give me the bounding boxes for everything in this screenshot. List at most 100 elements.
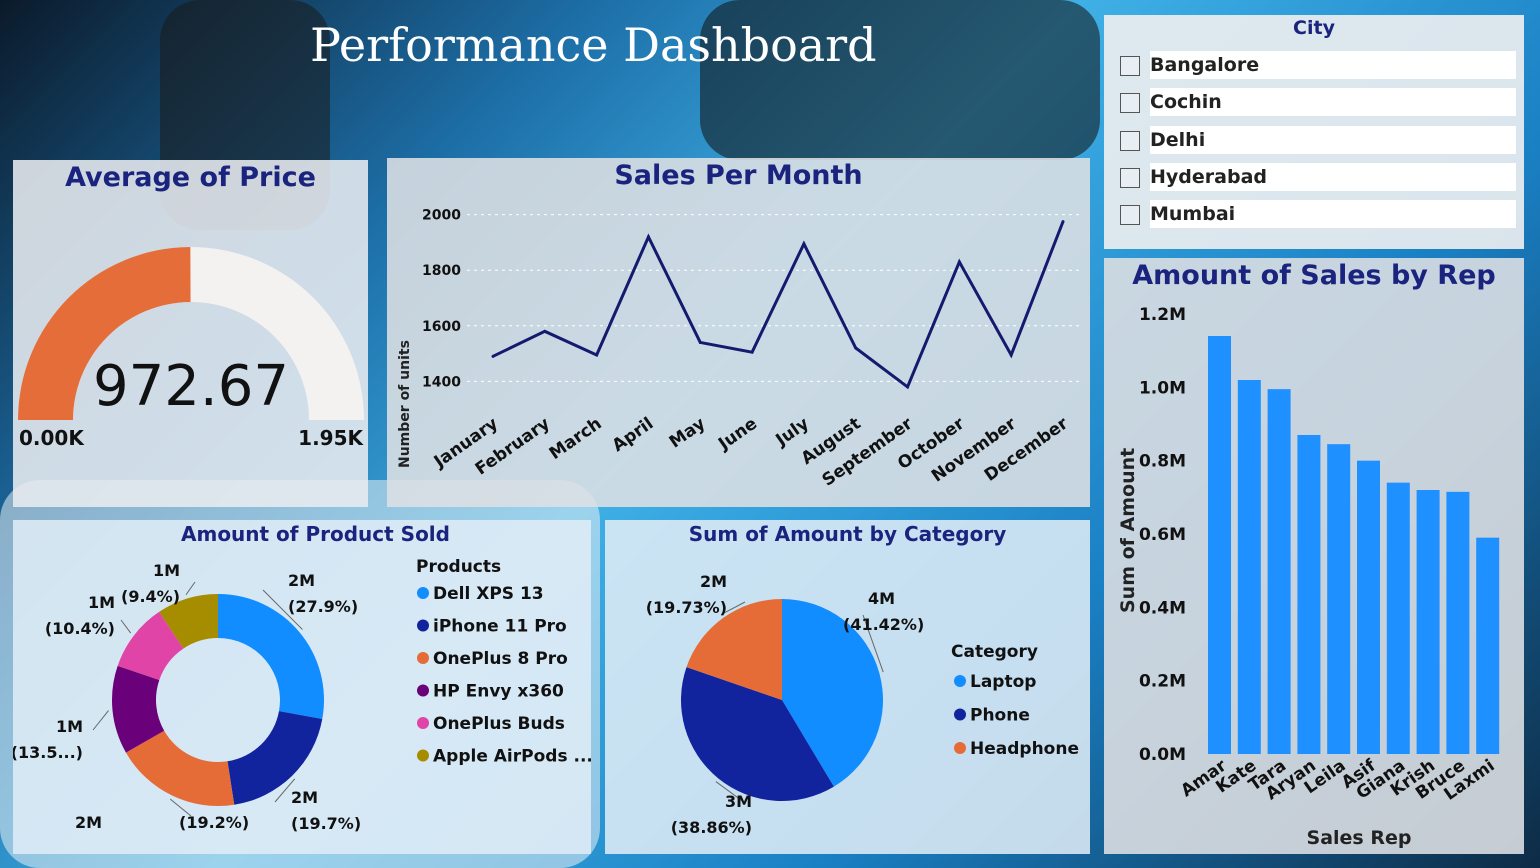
gauge-value: 972.67: [93, 354, 289, 419]
line-point: [1009, 353, 1013, 357]
slice-value-label: 2M: [75, 813, 102, 832]
line-y-tick-label: 2000: [422, 208, 461, 224]
line-panel[interactable]: Sales Per Month Number of units 1400 1600…: [387, 158, 1090, 507]
bar-x-axis-label: Sales Rep: [1307, 827, 1412, 849]
bar-bruce: [1446, 491, 1470, 754]
checkbox[interactable]: [1120, 205, 1140, 225]
legend-item-label: Laptop: [970, 672, 1036, 692]
legend-item-label: HP Envy x360: [433, 682, 564, 702]
dashboard-title: Performance Dashboard: [310, 18, 877, 72]
bar-panel[interactable]: Amount of Sales by Rep Sum of Amount Sal…: [1104, 258, 1524, 854]
legend-item-label: Phone: [970, 706, 1030, 726]
checkbox[interactable]: [1120, 168, 1140, 188]
slice-value-label: 1M: [153, 561, 180, 580]
legend-item-label: OnePlus 8 Pro: [433, 649, 568, 669]
line-point: [854, 346, 858, 350]
legend-marker: [417, 619, 429, 632]
slice-percent-label: (27.9%): [288, 597, 358, 616]
line-x-tick-label: March: [546, 414, 606, 464]
city-option-label: Bangalore: [1150, 51, 1516, 79]
slice-value-label: 1M: [88, 593, 115, 612]
city-option-label: Mumbai: [1150, 200, 1516, 228]
bar-y-tick-label: 0.0M: [1139, 745, 1186, 765]
line-x-tick-label: May: [666, 414, 709, 453]
line-y-tick-label: 1600: [422, 319, 461, 335]
slice-percent-label: (41.42%): [843, 615, 924, 634]
gauge-panel[interactable]: Average of Price 972.67 0.00K 1.95K: [13, 160, 368, 507]
donut-legend-title: Products: [416, 557, 501, 577]
city-slicer[interactable]: City Bangalore Cochin Delhi Hyderabad Mu…: [1104, 15, 1524, 249]
bar-chart: Sum of Amount Sales Rep 0.0M 0.2M 0.4M 0.6M…: [1117, 305, 1500, 849]
slice-value-label: 1M: [56, 717, 83, 736]
city-option-mumbai[interactable]: Mumbai: [1120, 200, 1516, 228]
donut-panel[interactable]: Amount of Product Sold Products 2M (27.9%…: [13, 520, 591, 854]
slice-percent-label: (19.2%): [179, 813, 249, 832]
slice-value-label: 4M: [868, 589, 895, 608]
line-series: [492, 221, 1065, 390]
line-x-tick-label: April: [609, 414, 658, 456]
pie-panel[interactable]: Sum of Amount by Category Category 4M (41…: [605, 520, 1090, 854]
bar-y-axis-label: Sum of Amount: [1117, 448, 1139, 613]
slice-percent-label: (19.73%): [646, 598, 727, 617]
checkbox[interactable]: [1120, 56, 1140, 76]
bar-y-tick-label: 0.6M: [1139, 525, 1186, 545]
checkbox[interactable]: [1120, 93, 1140, 113]
city-option-delhi[interactable]: Delhi: [1120, 126, 1516, 154]
bar-y-tick-label: 0.8M: [1139, 452, 1186, 472]
line-point: [698, 340, 702, 344]
slice-percent-label: (10.4%): [45, 619, 115, 638]
line-point: [906, 385, 910, 389]
line-point: [802, 242, 806, 246]
slice-percent-label: (13.5...): [13, 743, 83, 762]
city-option-bangalore[interactable]: Bangalore: [1120, 51, 1516, 79]
legend-marker: [417, 587, 429, 599]
line-point: [543, 329, 547, 333]
legend-marker: [417, 652, 429, 664]
line-y-tick-label: 1800: [422, 263, 461, 279]
legend-marker: [417, 684, 429, 697]
donut-chart: Products 2M (27.9%) 2M (19.7%) 2M (19.2%) 1M (1…: [13, 557, 591, 833]
bar-krish: [1416, 490, 1440, 754]
line-x-tick-label: June: [714, 414, 761, 455]
bar-y-tick-label: 0.2M: [1139, 672, 1186, 692]
city-option-hyderabad[interactable]: Hyderabad: [1120, 163, 1516, 191]
bar-amar: [1208, 336, 1231, 754]
slice-leader-line: [92, 710, 109, 731]
legend-marker: [417, 717, 429, 729]
line-point: [491, 354, 495, 358]
bar-y-tick-label: 1.0M: [1139, 378, 1186, 398]
slice-percent-label: (19.7%): [291, 814, 361, 833]
gauge-chart: 972.67 0.00K 1.95K: [18, 247, 365, 450]
city-option-cochin[interactable]: Cochin: [1120, 88, 1516, 116]
bar-laxmi: [1476, 537, 1500, 754]
city-slicer-title: City: [1293, 17, 1335, 39]
line-y-axis-label: Number of units: [397, 340, 413, 468]
legend-item-label: Headphone: [970, 739, 1079, 759]
gauge-max-label: 1.95K: [298, 426, 364, 450]
legend-item-label: iPhone 11 Pro: [433, 617, 567, 637]
legend-marker: [417, 749, 429, 762]
bar-y-tick-label: 0.4M: [1139, 598, 1186, 618]
slice-value-label: 2M: [291, 788, 318, 807]
bar-giana: [1386, 482, 1410, 754]
line-point: [595, 353, 599, 357]
slice-leader-line: [185, 581, 196, 596]
legend-marker: [954, 708, 966, 721]
checkbox[interactable]: [1120, 131, 1140, 151]
legend-marker: [954, 742, 966, 754]
slice-leader-line: [120, 619, 132, 634]
line-point: [957, 260, 961, 264]
city-option-label: Hyderabad: [1150, 163, 1516, 191]
legend-marker: [954, 675, 966, 687]
slice-percent-label: (9.4%): [121, 587, 180, 606]
bar-kate: [1237, 380, 1261, 754]
line-point: [750, 350, 754, 354]
legend-item-label: OnePlus Buds: [433, 714, 565, 734]
bar-leila: [1327, 444, 1351, 754]
bar-tara: [1267, 389, 1291, 754]
slice-value-label: 3M: [725, 792, 752, 811]
gauge-min-label: 0.00K: [19, 426, 85, 450]
pie-chart: Category 4M (41.42%) 3M (38.86%) 2M (19.73%) L…: [646, 572, 1079, 837]
bar-asif: [1357, 460, 1380, 754]
city-option-label: Cochin: [1150, 88, 1516, 116]
